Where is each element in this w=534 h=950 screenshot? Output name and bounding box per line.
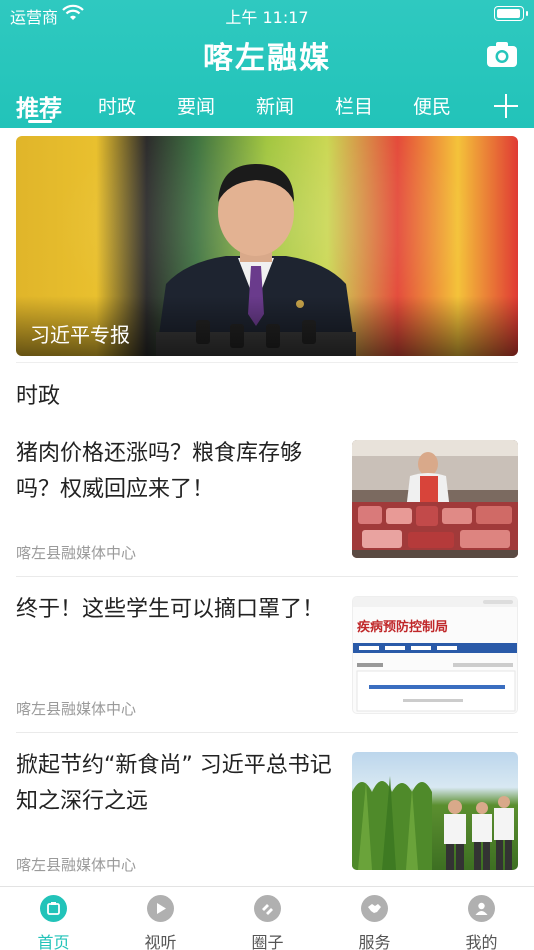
divider xyxy=(16,576,518,577)
status-bar: 运营商 上午 11:17 xyxy=(0,0,534,30)
market-photo-icon xyxy=(352,440,518,558)
news-title[interactable]: 终于！这些学生可以摘口罩了！ xyxy=(16,592,336,628)
news-item[interactable]: 掀起节约“新食尚” 习近平总书记知之深行之远 喀左县融媒体中心 xyxy=(0,748,534,904)
channel-tabs: 推荐 时政 要闻 新闻 栏目 便民 xyxy=(0,86,534,128)
active-tab-indicator xyxy=(28,120,52,123)
banner-caption: 习近平专报 xyxy=(30,323,130,347)
tabbar-profile[interactable]: 我的 xyxy=(428,887,534,950)
tab-news[interactable]: 新闻 xyxy=(256,92,294,119)
bottom-tab-bar: 首页 视听 圈子 服务 我的 xyxy=(0,886,534,950)
thumb-heading: 疾病预防控制局 xyxy=(357,619,448,635)
tabbar-label: 视听 xyxy=(144,933,177,950)
news-thumbnail[interactable] xyxy=(352,752,518,870)
tabbar-label: 圈子 xyxy=(251,933,284,950)
section-title: 时政 xyxy=(16,384,61,409)
app-header: 运营商 上午 11:17 喀左融媒 推荐 时政 要闻 新闻 栏目 便民 xyxy=(0,0,534,128)
cornfield-photo-icon xyxy=(352,776,514,870)
news-source: 喀左县融媒体中心 xyxy=(16,700,137,718)
tabbar-services[interactable]: 服务 xyxy=(321,887,428,950)
news-thumbnail[interactable]: 疾病预防控制局 xyxy=(352,596,518,714)
news-source: 喀左县融媒体中心 xyxy=(16,544,137,562)
circle-icon xyxy=(254,895,281,922)
tabbar-label: 我的 xyxy=(465,933,498,950)
tab-services-local[interactable]: 便民 xyxy=(413,92,451,119)
home-icon xyxy=(40,895,67,922)
news-item[interactable]: 终于！这些学生可以摘口罩了！ 喀左县融媒体中心 疾病预防控制局 xyxy=(0,592,534,748)
tabbar-label: 服务 xyxy=(358,933,391,950)
tab-headlines[interactable]: 要闻 xyxy=(177,92,215,119)
handshake-icon xyxy=(361,895,388,922)
featured-banner[interactable]: 习近平专报 xyxy=(16,136,518,356)
battery-icon xyxy=(494,6,528,21)
tab-columns[interactable]: 栏目 xyxy=(335,92,373,119)
user-icon xyxy=(468,895,495,922)
divider xyxy=(16,732,518,733)
news-thumbnail[interactable] xyxy=(352,440,518,558)
camera-icon[interactable] xyxy=(486,40,518,68)
news-title[interactable]: 掀起节约“新食尚” 习近平总书记知之深行之远 xyxy=(16,748,336,820)
app-title: 喀左融媒 xyxy=(203,41,331,76)
tabbar-label: 首页 xyxy=(37,933,70,950)
clock: 上午 11:17 xyxy=(225,8,309,27)
news-source: 喀左县融媒体中心 xyxy=(16,856,137,874)
tab-recommend[interactable]: 推荐 xyxy=(16,89,62,123)
tabbar-community[interactable]: 圈子 xyxy=(214,887,321,950)
divider xyxy=(16,362,518,363)
news-title[interactable]: 猪肉价格还涨吗？粮食库存够吗？权威回应来了！ xyxy=(16,436,336,508)
tab-politics[interactable]: 时政 xyxy=(98,92,136,119)
tabbar-media[interactable]: 视听 xyxy=(107,887,214,950)
news-item[interactable]: 猪肉价格还涨吗？粮食库存够吗？权威回应来了！ 喀左县融媒体中心 xyxy=(0,436,534,592)
document-screenshot-icon: 疾病预防控制局 xyxy=(353,597,517,712)
add-channel-icon[interactable] xyxy=(494,94,518,118)
play-icon xyxy=(147,895,174,922)
tabbar-home[interactable]: 首页 xyxy=(0,887,107,950)
